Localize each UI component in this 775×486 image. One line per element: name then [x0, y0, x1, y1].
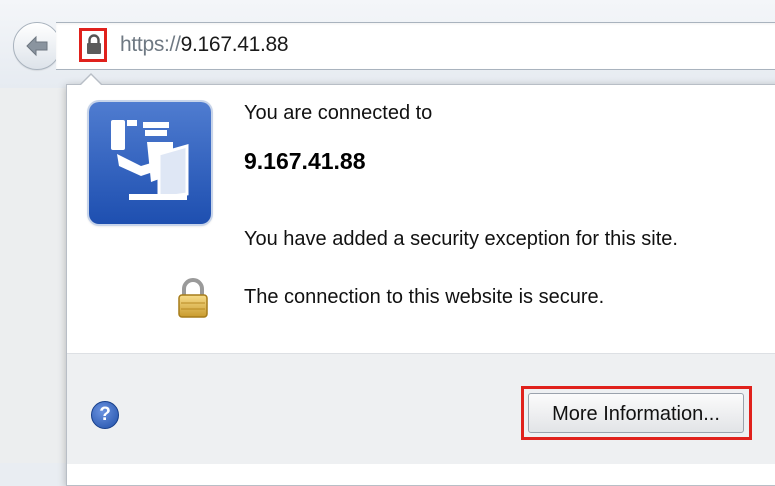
site-identity-button[interactable] — [79, 28, 107, 62]
padlock-icon — [87, 34, 101, 54]
back-button[interactable] — [13, 22, 61, 70]
secure-connection-text: The connection to this website is secure… — [244, 286, 605, 308]
url-host: 9.167.41.88 — [180, 33, 289, 56]
security-exception-text: You have added a security exception for … — [244, 228, 678, 250]
popup-arrow-inner — [80, 75, 102, 86]
more-information-button[interactable]: More Information... — [528, 393, 744, 433]
passport-control-icon — [89, 102, 211, 224]
gold-padlock-icon — [178, 278, 208, 318]
url-text[interactable]: https://9.167.41.88 — [120, 31, 289, 59]
connected-label: You are connected to — [244, 102, 433, 124]
back-arrow-icon — [26, 35, 48, 57]
help-icon[interactable]: ? — [91, 401, 119, 429]
host-label: 9.167.41.88 — [244, 148, 366, 174]
url-scheme: https:// — [120, 33, 181, 56]
